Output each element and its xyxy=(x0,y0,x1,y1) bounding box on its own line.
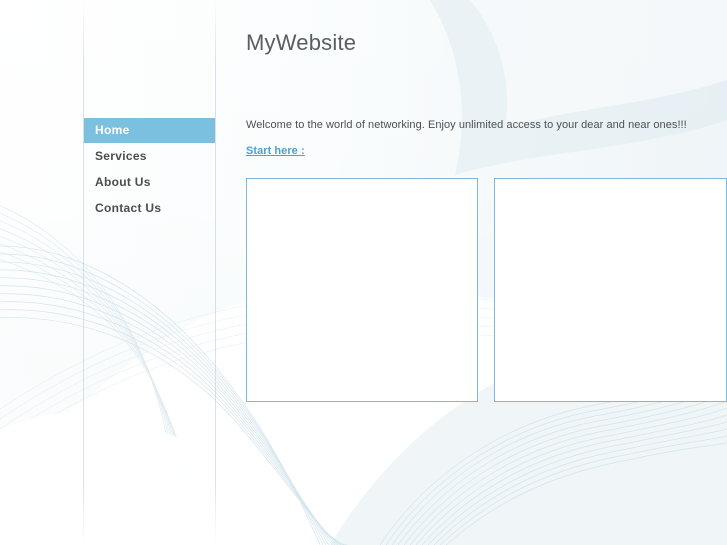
sidebar-item-services[interactable]: Services xyxy=(84,144,215,169)
image-placeholder-1[interactable] xyxy=(246,178,478,402)
main-content: Welcome to the world of networking. Enjo… xyxy=(246,118,727,159)
page-title: MyWebsite xyxy=(246,30,357,55)
sidebar-item-about-us[interactable]: About Us xyxy=(84,170,215,195)
image-placeholder-2[interactable] xyxy=(494,178,727,402)
page-root: MyWebsite Home Services About Us Contact… xyxy=(0,0,727,545)
column-divider-right xyxy=(215,0,216,545)
sidebar-item-contact-us[interactable]: Contact Us xyxy=(84,196,215,221)
welcome-text: Welcome to the world of networking. Enjo… xyxy=(246,119,687,131)
media-row xyxy=(246,178,727,404)
main-navigation: Home Services About Us Contact Us xyxy=(84,118,215,221)
sidebar-item-home[interactable]: Home xyxy=(84,118,215,143)
start-here-link[interactable]: Start here : xyxy=(246,145,305,157)
column-divider-left xyxy=(83,0,84,545)
site-header: MyWebsite xyxy=(246,28,676,64)
